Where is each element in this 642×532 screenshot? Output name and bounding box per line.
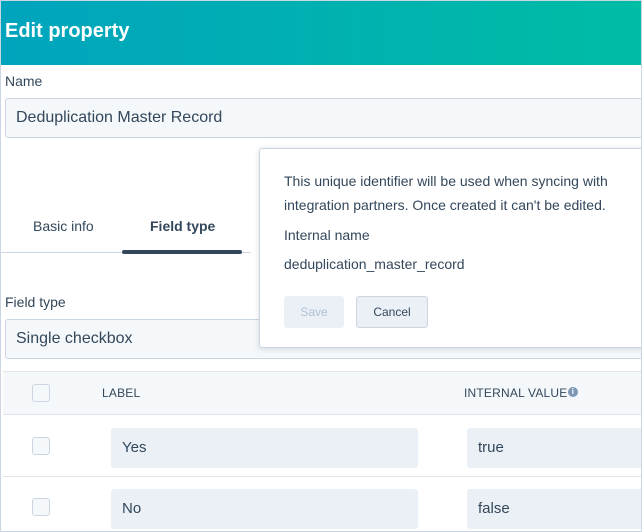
row-divider <box>3 476 641 477</box>
info-icon[interactable]: i <box>568 387 578 397</box>
panel-title: Edit property <box>5 20 130 42</box>
save-button[interactable]: Save <box>284 296 344 328</box>
tab-basic-info[interactable]: Basic info <box>33 218 94 234</box>
name-label: Name <box>5 73 43 89</box>
option-label-input[interactable]: No <box>111 489 418 529</box>
option-internal-value-input[interactable]: false <box>467 489 641 529</box>
option-label-input[interactable]: Yes <box>111 428 418 468</box>
popover-message: This unique identifier will be used when… <box>284 169 634 217</box>
cancel-button[interactable]: Cancel <box>356 296 428 328</box>
name-input[interactable]: Deduplication Master Record <box>5 98 641 138</box>
row-checkbox[interactable] <box>32 498 50 516</box>
field-type-label: Field type <box>5 294 66 310</box>
column-header-label: LABEL <box>102 386 141 400</box>
popover-message-line: integration partners. Once created it ca… <box>284 197 606 213</box>
panel-header: Edit property <box>1 1 641 65</box>
option-internal-value-input[interactable]: true <box>467 428 641 468</box>
edit-property-panel: Edit property Name Deduplication Master … <box>0 0 642 532</box>
tab-bar: Basic info Field type <box>1 209 251 255</box>
row-checkbox[interactable] <box>32 437 50 455</box>
column-header-internal-value: INTERNAL VALUE i <box>464 386 578 400</box>
internal-name-popover: This unique identifier will be used when… <box>259 148 641 348</box>
internal-name-label: Internal name <box>284 227 370 243</box>
select-all-checkbox[interactable] <box>32 384 50 402</box>
tab-field-type[interactable]: Field type <box>150 218 215 234</box>
active-tab-indicator <box>122 250 242 254</box>
options-table-header: LABEL INTERNAL VALUE i <box>3 371 641 415</box>
column-header-internal-value-text: INTERNAL VALUE <box>464 386 568 400</box>
internal-name-value: deduplication_master_record <box>284 256 465 272</box>
popover-message-line: This unique identifier will be used when… <box>284 173 608 189</box>
